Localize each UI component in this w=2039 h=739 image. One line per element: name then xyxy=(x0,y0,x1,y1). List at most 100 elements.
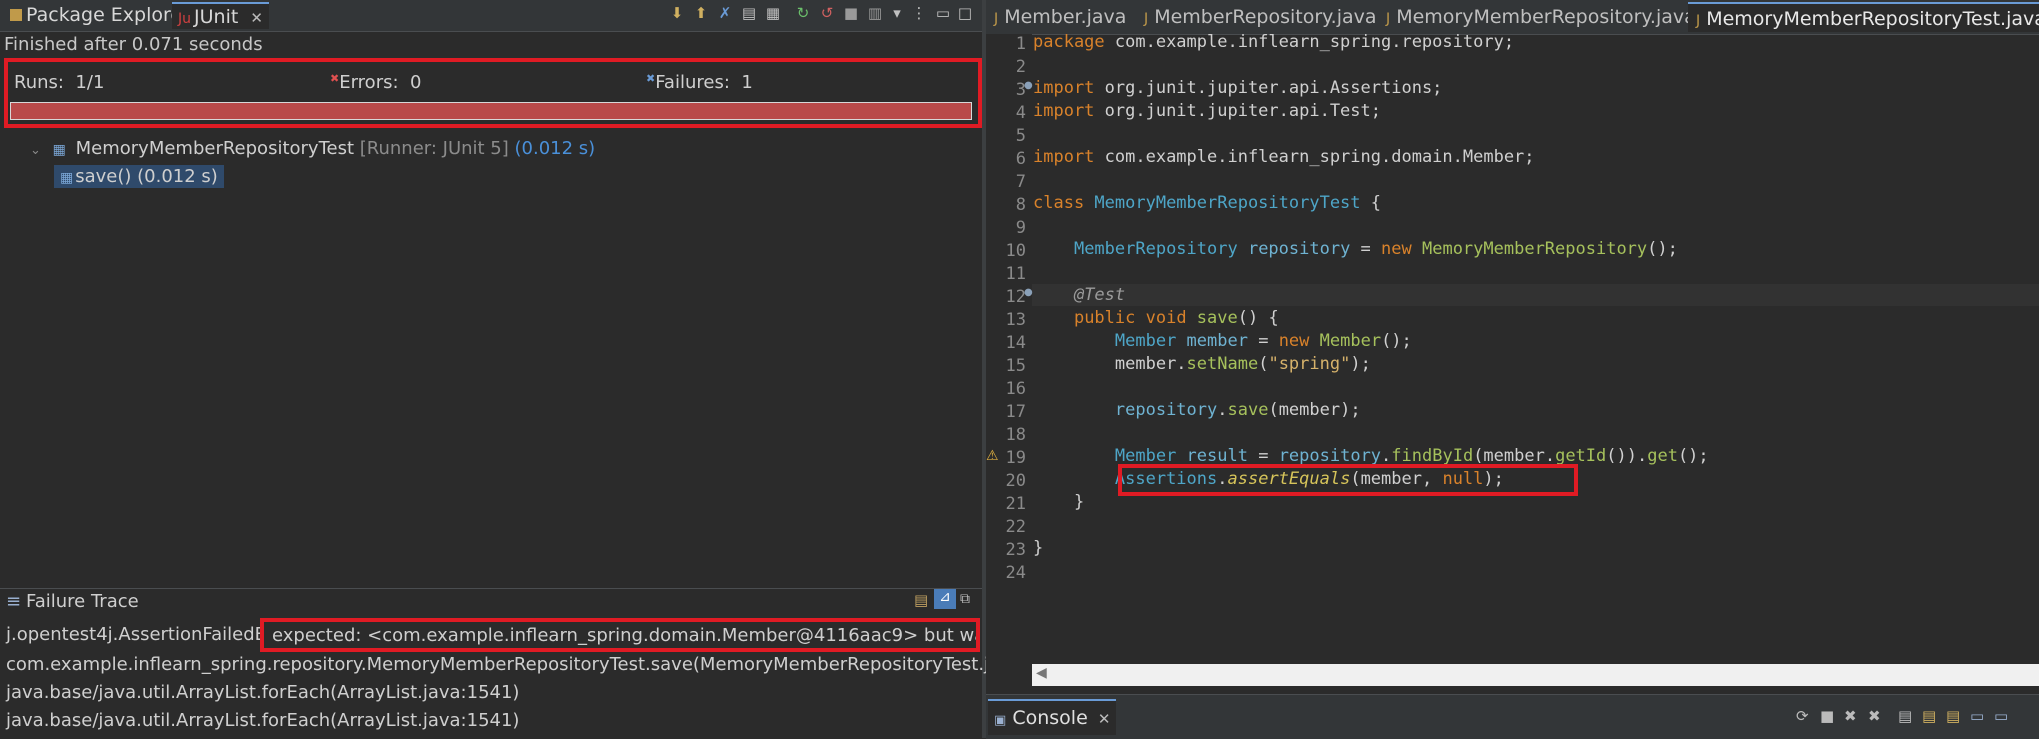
code-line-8[interactable]: class MemoryMemberRepositoryTest { xyxy=(1033,193,1381,213)
code-token: . xyxy=(1381,446,1392,466)
code-token: org.junit.jupiter.api.Assertions; xyxy=(1094,78,1443,98)
code-line-23[interactable]: } xyxy=(1033,538,1043,558)
code-token: Member xyxy=(1114,446,1177,466)
code-line-4[interactable]: import org.junit.jupiter.api.Test; xyxy=(1033,101,1381,121)
next-failure-icon[interactable]: ⬇ xyxy=(668,4,686,22)
line-number: 20 xyxy=(1005,471,1026,491)
word-wrap-icon[interactable]: ▤ xyxy=(1946,707,1960,725)
code-token: class xyxy=(1033,193,1085,213)
close-icon[interactable]: ✕ xyxy=(250,9,263,27)
tab-junit[interactable]: Ju JUnit ✕ xyxy=(172,2,269,29)
chevron-down-icon[interactable]: ▾ xyxy=(888,4,906,22)
tab-label: Member.java xyxy=(1004,6,1127,28)
code-line-19[interactable]: Member result = repository.findById(memb… xyxy=(1033,446,1709,466)
chevron-down-icon[interactable]: ⌄ xyxy=(30,143,41,158)
history-icon[interactable]: ▥ xyxy=(866,4,884,22)
code-line-6[interactable]: import com.example.inflearn_spring.domai… xyxy=(1033,147,1535,167)
remove-launch-icon[interactable]: ✖ xyxy=(1844,707,1857,725)
code-line-20[interactable]: Assertions.assertEquals(member, null); xyxy=(1033,469,1504,489)
compare-results-icon[interactable]: ▤ xyxy=(914,591,928,609)
terminate-icon[interactable]: ■ xyxy=(1820,707,1834,725)
tab-package-explorer[interactable]: Package Explorer xyxy=(4,2,196,29)
tab-memory-member-repository-test-java[interactable]: J MemoryMemberRepositoryTest.java xyxy=(1688,2,2039,32)
code-line-14[interactable]: Member member = new Member(); xyxy=(1033,331,1412,351)
tab-member-repository-java[interactable]: J MemberRepository.java xyxy=(1136,2,1385,32)
tab-memory-member-repository-java[interactable]: J MemoryMemberRepository.java xyxy=(1378,2,1704,32)
copy-trace-icon[interactable]: ⧉ xyxy=(960,591,970,607)
code-line-21[interactable]: } xyxy=(1033,492,1084,512)
code-token: (); xyxy=(1647,239,1678,259)
code-token: findById xyxy=(1391,446,1474,466)
close-icon[interactable]: ✕ xyxy=(1098,710,1111,728)
code-line-3[interactable]: import org.junit.jupiter.api.Assertions; xyxy=(1033,78,1442,98)
show-failures-only-icon[interactable]: ✗ xyxy=(716,4,734,22)
tab-label: MemoryMemberRepositoryTest.java xyxy=(1706,8,2039,30)
open-console-icon[interactable]: ▭ xyxy=(1970,707,1984,725)
tab-label: MemberRepository.java xyxy=(1154,6,1377,28)
code-token: get xyxy=(1647,446,1678,466)
failure-icon: ✖ xyxy=(646,72,656,85)
code-line-15[interactable]: member.setName("spring"); xyxy=(1033,354,1371,374)
tab-label: JUnit xyxy=(194,6,239,28)
code-token: (member. xyxy=(1473,446,1556,466)
skipped-tests-icon[interactable]: ▤ xyxy=(740,4,758,22)
fold-icon[interactable]: ● xyxy=(1024,287,1033,298)
failures-counter: ✖Failures: 1 xyxy=(646,72,753,93)
test-time: (0.012 s) xyxy=(514,138,596,159)
line-number: 2 xyxy=(1015,57,1026,77)
scroll-lock-icon[interactable]: ▤ xyxy=(1922,707,1936,725)
maximize-icon[interactable]: □ xyxy=(956,4,974,22)
trace-line[interactable]: java.base/java.util.ArrayList.forEach(Ar… xyxy=(6,682,519,703)
line-number: 16 xyxy=(1005,379,1026,399)
test-suite-icon: ▦ xyxy=(52,142,66,158)
runs-value: 1/1 xyxy=(75,72,105,93)
test-tree-root[interactable]: ⌄ ▦ MemoryMemberRepositoryTest [Runner: … xyxy=(30,138,595,159)
fold-icon[interactable]: ● xyxy=(1024,80,1033,91)
code-token: "spring" xyxy=(1268,354,1351,374)
failure-message: expected: <com.example.inflearn_spring.d… xyxy=(264,622,978,650)
filter-stack-trace-icon[interactable]: ⊿ xyxy=(934,589,956,609)
java-file-icon: J xyxy=(1144,11,1149,27)
clear-console-icon[interactable]: ▤ xyxy=(1898,707,1912,725)
view-menu-icon[interactable]: ⋮ xyxy=(910,4,928,22)
test-runner: [Runner: JUnit 5] xyxy=(359,138,509,159)
code-line-10[interactable]: MemberRepository repository = new Memory… xyxy=(1033,239,1678,259)
code-line-12[interactable]: @Test xyxy=(1033,285,1125,305)
current-line-highlight xyxy=(1032,284,2039,306)
remove-all-icon[interactable]: ✖ xyxy=(1868,707,1881,725)
tab-member-java[interactable]: J Member.java xyxy=(986,2,1134,32)
code-token: import xyxy=(1033,101,1095,121)
code-line-1[interactable]: package com.example.inflearn_spring.repo… xyxy=(1033,32,1514,52)
code-token: new xyxy=(1278,331,1310,351)
code-token: ); xyxy=(1350,354,1371,374)
trace-line-exception[interactable]: j.opentest4j.AssertionFailedError xyxy=(6,624,299,645)
code-token: void xyxy=(1135,308,1187,328)
previous-failure-icon[interactable]: ⬆ xyxy=(692,4,710,22)
code-token: new xyxy=(1381,239,1412,259)
test-progress-bar xyxy=(10,102,972,120)
scroll-lock-icon[interactable]: ▦ xyxy=(764,4,782,22)
display-console-icon[interactable]: ▭ xyxy=(1994,707,2008,725)
code-token: getId xyxy=(1555,446,1607,466)
code-token: package xyxy=(1033,32,1105,52)
line-number: 14 xyxy=(1005,333,1026,353)
code-line-13[interactable]: public void save() { xyxy=(1033,308,1279,328)
horizontal-scrollbar[interactable]: ◀ xyxy=(1032,664,2039,686)
code-line-17[interactable]: repository.save(member); xyxy=(1033,400,1361,420)
scroll-left-icon[interactable]: ◀ xyxy=(1036,665,1047,681)
rerun-failed-first-icon[interactable]: ↺ xyxy=(818,4,836,22)
pin-console-icon[interactable]: ⟳ xyxy=(1796,707,1809,725)
minimize-icon[interactable]: ▭ xyxy=(934,4,952,22)
package-explorer-icon xyxy=(10,9,22,21)
failures-value: 1 xyxy=(741,72,753,93)
line-number: 15 xyxy=(1005,356,1026,376)
line-number: 10 xyxy=(1005,241,1026,261)
trace-line[interactable]: java.base/java.util.ArrayList.forEach(Ar… xyxy=(6,710,519,731)
trace-line[interactable]: com.example.inflearn_spring.repository.M… xyxy=(6,654,1058,675)
tab-console[interactable]: ▣ Console ✕ xyxy=(988,699,1117,735)
test-method-save[interactable]: ▦ save() (0.012 s) xyxy=(54,165,224,188)
line-number: 7 xyxy=(1015,172,1026,192)
rerun-test-icon[interactable]: ↻ xyxy=(794,4,812,22)
stop-icon[interactable]: ■ xyxy=(842,4,860,22)
editor-tab-bar: J Member.java J MemberRepository.java J … xyxy=(986,0,2039,35)
